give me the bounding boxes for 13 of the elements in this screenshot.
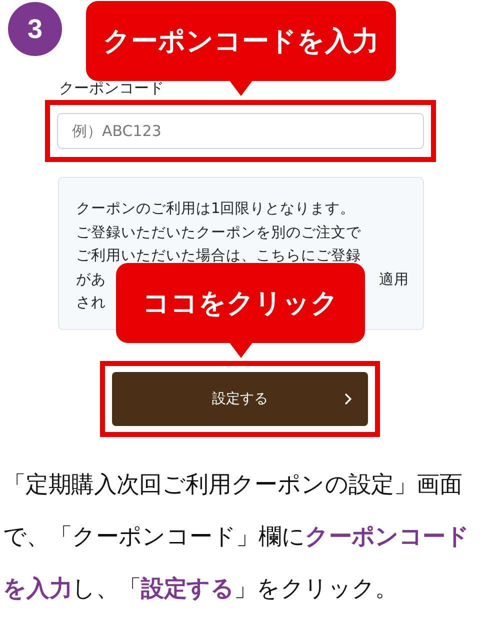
- set-button[interactable]: 設定する: [112, 372, 368, 426]
- notice-text: ご利用いただいた場合は、こちらにご登録: [76, 247, 361, 266]
- field-label: クーポンコード: [59, 78, 164, 98]
- notice-text: 適用: [379, 270, 409, 290]
- instruction-text: 「定期購入次回ご利用クーポンの設定」画面で、「クーポンコード」欄にクーポンコードを入力し、「設定する」をクリック。: [3, 471, 470, 604]
- step-number: 3: [8, 2, 62, 56]
- notice-text: があ: [76, 270, 106, 290]
- notice-text: ご登録いただいたクーポンを別のご注文で: [76, 224, 361, 242]
- chevron-right-icon: [344, 393, 352, 405]
- notice-text: クーポンのご利用は1回限りとなります。: [76, 200, 356, 219]
- coupon-code-field[interactable]: 例）ABC123: [57, 113, 424, 149]
- notice-text: され: [76, 294, 106, 313]
- callout-pointer-icon: [228, 342, 252, 358]
